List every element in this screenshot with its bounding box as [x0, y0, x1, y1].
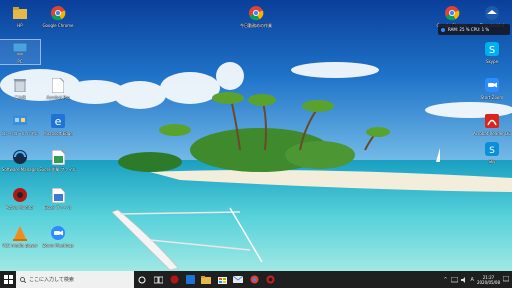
icon-label: Start Zoom	[480, 95, 504, 100]
software-manager-shortcut[interactable]: Software Manager	[0, 148, 40, 172]
ime-indicator-icon[interactable]: A	[471, 277, 474, 283]
chevron-up-icon[interactable]: ^	[443, 277, 447, 283]
icon-label: HP	[17, 23, 23, 28]
task-view-button[interactable]	[150, 271, 166, 288]
icon-label: Acrobat Pro	[46, 95, 70, 100]
taskbar-search-box[interactable]: ここに入力して検索	[16, 271, 134, 288]
widget-icon	[441, 27, 445, 32]
control-panel-icon	[11, 112, 29, 130]
acrobat-icon	[483, 112, 501, 130]
search-placeholder: ここに入力して検索	[29, 277, 74, 283]
clock-date: 2020/05/08	[476, 279, 500, 285]
taskbar-app-mail[interactable]	[230, 271, 246, 288]
system-tray: ^ A 21:27 2020/05/08	[443, 271, 512, 288]
mail-icon	[233, 276, 243, 283]
network-icon[interactable]	[450, 276, 458, 283]
recycle-bin-shortcut[interactable]: ごみ箱	[0, 76, 40, 100]
icon-label: Excel ファイル	[44, 205, 72, 210]
store-bag-icon	[217, 277, 227, 284]
skype-shortcut[interactable]: S Skype	[472, 40, 512, 64]
traffic-cone-icon	[11, 224, 29, 242]
icon-label: Google Chrome	[42, 23, 74, 28]
svg-text:S: S	[489, 146, 495, 156]
zoom-meetings-shortcut[interactable]: Zoom Meetings	[38, 224, 78, 248]
monitor-app-icon	[170, 275, 178, 284]
google-chrome-shortcut[interactable]: Google Chrome	[38, 4, 78, 28]
icon-label: PC	[17, 59, 23, 64]
taskbar-clock[interactable]: 21:27 2020/05/08	[477, 275, 500, 285]
taskbar-app-monitor[interactable]	[166, 271, 182, 288]
acrobat-reader-shortcut[interactable]: Acrobat Reader DC	[472, 112, 512, 136]
performance-widget: RAM: 25 % CPU: 1 %	[438, 24, 510, 35]
pc-shortcut[interactable]: PC	[0, 39, 41, 65]
acrobat-pro-shortcut[interactable]: Acrobat Pro	[38, 76, 78, 100]
taskbar: ここに入力して検索 ^ A 21:27 2020/05/08	[0, 271, 512, 288]
desktop[interactable]: HP Google Chrome 今日勤務めの作業 PC ごみ箱 Acrobat…	[0, 0, 512, 271]
icon-label: Skype	[485, 59, 499, 64]
icon-label: VLC media player	[2, 243, 38, 248]
document-icon	[49, 76, 67, 94]
notification-icon[interactable]	[503, 276, 509, 283]
start-zoom-shortcut[interactable]: Start Zoom	[472, 76, 512, 100]
volume-icon[interactable]	[460, 276, 468, 283]
taskbar-app-explorer[interactable]	[198, 271, 214, 288]
taskbar-app-store[interactable]	[214, 271, 230, 288]
microsoft-edge-shortcut[interactable]: e Microsoft Edge	[38, 112, 78, 136]
sky-app-icon: S	[483, 140, 501, 158]
svg-text:S: S	[489, 45, 495, 56]
icon-label: Software Manager	[1, 167, 39, 172]
edge-icon: e	[49, 112, 67, 130]
circle-app-icon	[266, 275, 274, 284]
icon-label: Excel 作業 ファイル	[39, 167, 77, 172]
icon-label: Sky	[488, 159, 496, 164]
chrome-work-shortcut[interactable]: 今日勤務めの作業	[236, 4, 276, 28]
chrome-icon	[49, 4, 67, 22]
icon-label: Active Monitor	[5, 205, 35, 210]
computer-icon	[11, 40, 29, 58]
hp-folder-icon-item[interactable]: HP	[0, 4, 40, 28]
performance-text: RAM: 25 % CPU: 1 %	[448, 27, 490, 32]
vlc-shortcut[interactable]: VLC media player	[0, 224, 40, 248]
folder-icon	[11, 4, 29, 22]
chrome-icon	[247, 4, 265, 22]
icon-label: 今日勤務めの作業	[240, 23, 272, 28]
taskbar-app-edge[interactable]	[182, 271, 198, 288]
icon-label: Zoom Meetings	[42, 243, 74, 248]
spreadsheet-icon	[49, 148, 67, 166]
sky-shortcut[interactable]: S Sky	[472, 140, 512, 164]
search-icon	[20, 276, 26, 283]
control-panel-shortcut[interactable]: コントロール パネル	[0, 112, 40, 136]
zoom-icon	[483, 76, 501, 94]
chrome-icon	[443, 4, 461, 22]
excel-file-shortcut[interactable]: Excel ファイル	[38, 186, 78, 210]
task-view-icon	[153, 276, 163, 283]
monitor-app-icon	[11, 186, 29, 204]
excel-work-file-shortcut[interactable]: Excel 作業 ファイル	[38, 148, 78, 172]
zoom-icon	[49, 224, 67, 242]
icon-label: Acrobat Reader DC	[473, 131, 511, 136]
icon-label: Microsoft Edge	[43, 131, 73, 136]
recycle-bin-icon	[11, 76, 29, 94]
taskbar-app-red[interactable]	[262, 271, 278, 288]
spreadsheet-icon	[49, 186, 67, 204]
chrome-icon	[250, 275, 258, 284]
windows-logo-icon	[3, 275, 13, 284]
svg-text:e: e	[55, 115, 62, 128]
cortana-button[interactable]	[134, 271, 150, 288]
cortana-ring-icon	[138, 276, 146, 283]
icon-label: ごみ箱	[14, 95, 26, 100]
icon-label: コントロール パネル	[1, 131, 39, 136]
swirl-app-icon	[11, 148, 29, 166]
edge-icon	[185, 275, 195, 284]
thunderbird-icon	[483, 4, 501, 22]
folder-icon	[201, 275, 211, 284]
active-monitor-shortcut[interactable]: Active Monitor	[0, 186, 40, 210]
start-button[interactable]	[0, 271, 16, 288]
taskbar-app-chrome[interactable]	[246, 271, 262, 288]
skype-icon: S	[483, 40, 501, 58]
